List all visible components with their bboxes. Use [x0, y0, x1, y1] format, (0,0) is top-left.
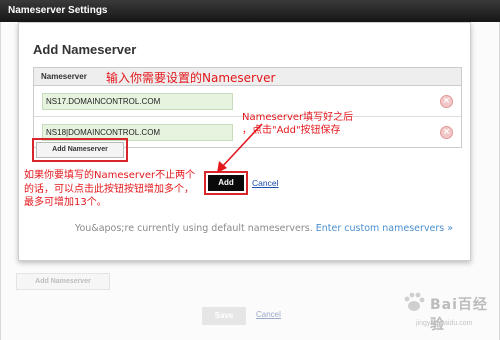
annotation-enter-nameserver: 输入你需要设置的Nameserver [106, 71, 276, 85]
window-titlebar: Nameserver Settings [0, 0, 500, 22]
annotation-add-more: 如果你要填写的Nameserver不止两个的话，可以点击此按钮按钮增加多个，最多… [24, 170, 196, 208]
add-nameserver-highlight: Add Nameserver [32, 138, 128, 162]
annotation-click-add-line-2: ，点击"Add"按钮保存 [242, 125, 341, 136]
annotation-click-add: Nameserver填写好之后 ，点击"Add"按钮保存 [242, 111, 407, 137]
enter-custom-nameservers-link[interactable]: Enter custom nameservers » [316, 223, 453, 234]
dialog-title: Add Nameserver [33, 42, 137, 57]
remove-circle-icon[interactable]: × [440, 95, 453, 108]
add-nameserver-button[interactable]: Add Nameserver [36, 142, 124, 158]
annotation-click-add-line-1: Nameserver填写好之后 [242, 112, 354, 123]
watermark-logo-text: Bai百经验 [430, 297, 488, 333]
add-nameserver-dialog: Add Nameserver Nameserver 输入你需要设置的Namese… [18, 22, 471, 261]
default-nameservers-text: You&apos;re currently using default name… [74, 223, 313, 234]
background-add-nameserver-button[interactable]: Add Nameserver [16, 273, 110, 290]
nameserver-table-header: Nameserver 输入你需要设置的Nameserver [34, 68, 461, 86]
watermark-logo: Bai百经验 [400, 290, 495, 333]
add-button-highlight: Add [204, 171, 248, 195]
window-title: Nameserver Settings [8, 5, 108, 16]
add-button[interactable]: Add [208, 175, 244, 191]
background-save-button[interactable]: Save [202, 307, 246, 325]
remove-circle-icon[interactable]: × [440, 126, 453, 139]
cancel-link[interactable]: Cancel [252, 178, 278, 188]
nameserver-input-1[interactable]: NS17.DOMAINCONTROL.COM [42, 93, 233, 110]
baidu-watermark: Bai百经验 jingyan.baidu.com [400, 290, 495, 334]
nameserver-column-header: Nameserver [41, 72, 87, 81]
watermark-url: jingyan.baidu.com [416, 320, 473, 327]
background-cancel-link[interactable]: Cancel [256, 310, 281, 319]
default-nameservers-message: You&apos;re currently using default name… [69, 222, 459, 236]
